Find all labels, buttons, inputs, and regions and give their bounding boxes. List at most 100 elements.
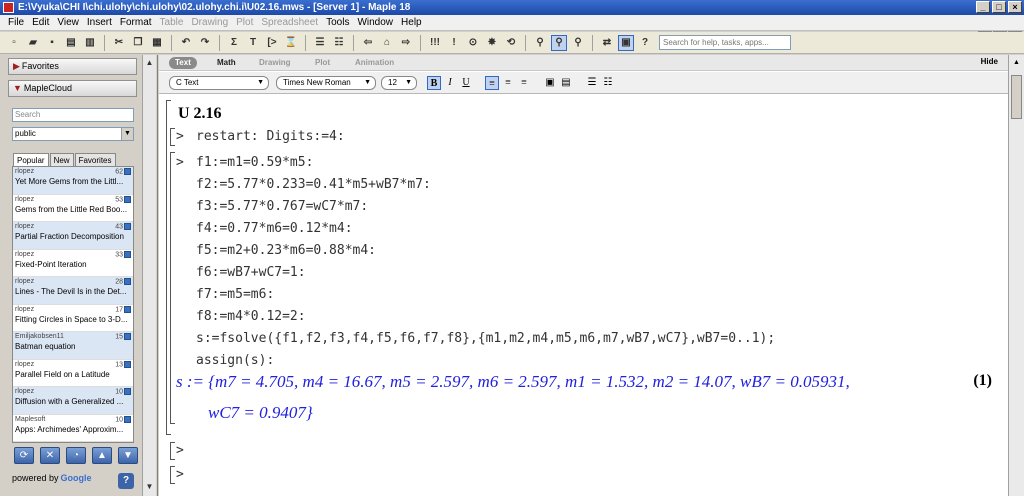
worksheet[interactable]: U 2.16 > restart: Digits:=4: > f1:=m1=0.…	[166, 96, 1006, 496]
menu-view[interactable]: View	[53, 15, 83, 30]
zoom-100-icon[interactable]: ⚲	[551, 34, 567, 51]
input-line[interactable]: f6:=wB7+wC7=1:	[196, 265, 306, 280]
list-item[interactable]: rlopez Diffusion with a Generalized ... 10	[13, 387, 133, 415]
menu-tools[interactable]: Tools	[322, 15, 353, 30]
print-icon[interactable]: ▤	[63, 35, 79, 51]
open-folder-icon[interactable]: ▰	[25, 35, 41, 51]
upload-icon[interactable]: ▲	[92, 447, 112, 464]
cloud-group-select[interactable]: public ▼	[12, 127, 134, 141]
download-icon[interactable]: ▼	[118, 447, 138, 464]
bullet-list-icon[interactable]: ☰	[585, 76, 599, 90]
input-line[interactable]: f8:=m4*0.12=2:	[196, 309, 306, 324]
zoom-out-icon[interactable]: ⚲	[532, 35, 548, 51]
insert-section-icon[interactable]: ⌛	[283, 35, 299, 51]
input-line[interactable]: assign(s):	[196, 353, 274, 368]
section-heading[interactable]: U 2.16	[178, 105, 222, 123]
list-item[interactable]: Emiljakobsen11 Batman equation 15	[13, 332, 133, 360]
mode-text-button[interactable]: Text	[169, 57, 197, 69]
refresh-icon[interactable]: ⟳	[14, 447, 34, 464]
list-item[interactable]: rlopez Partial Fraction Decomposition 43	[13, 222, 133, 250]
menu-help[interactable]: Help	[397, 15, 426, 30]
list-item[interactable]: rlopez Fitting Circles in Space to 3-D...…	[13, 305, 133, 332]
numbered-list-icon[interactable]: ☷	[601, 76, 615, 90]
debug-icon[interactable]: ⊙	[465, 35, 481, 51]
switch-windows-icon[interactable]: ⇄	[599, 35, 615, 51]
execution-group-bracket[interactable]	[170, 466, 175, 484]
input-line[interactable]: f1:=m1=0.59*m5:	[196, 155, 313, 170]
print-preview-icon[interactable]: ▥	[82, 35, 98, 51]
insert-prompt-icon[interactable]: [>	[264, 35, 280, 51]
section-bracket[interactable]	[166, 100, 171, 435]
list-item[interactable]: rlopez Yet More Gems from the Littl... 62	[13, 167, 133, 195]
input-line[interactable]: restart: Digits:=4:	[196, 129, 345, 144]
help-search-input[interactable]: Search for help, tasks, apps...	[659, 35, 791, 50]
style-select[interactable]: C Text ▼	[169, 76, 269, 90]
highlight-color-icon[interactable]: ▤	[559, 76, 573, 90]
cloud-search-input[interactable]: Search	[12, 108, 134, 122]
text-color-icon[interactable]: ▣	[543, 76, 557, 90]
align-left-icon[interactable]: ≡	[485, 76, 499, 90]
help-icon[interactable]: ?	[637, 35, 653, 51]
outdent-icon[interactable]: ☷	[331, 35, 347, 51]
underline-button[interactable]: U	[459, 76, 473, 90]
tab-popular[interactable]: Popular	[13, 153, 49, 167]
insert-math-icon[interactable]: Σ	[226, 35, 242, 51]
insert-text-icon[interactable]: T	[245, 35, 261, 51]
list-item[interactable]: rlopez Gems from the Little Red Boo... 53	[13, 195, 133, 222]
execution-group-bracket[interactable]	[170, 442, 175, 460]
menu-insert[interactable]: Insert	[83, 15, 116, 30]
menu-format[interactable]: Format	[116, 15, 156, 30]
input-line[interactable]: f2:=5.77*0.233=0.41*m5+wB7*m7:	[196, 177, 431, 192]
prompt-marker[interactable]: >	[176, 443, 184, 458]
maximize-button[interactable]: □	[992, 1, 1006, 13]
close-button[interactable]: ×	[1008, 1, 1022, 13]
tab-favorites[interactable]: Favorites	[74, 153, 116, 167]
execute-icon[interactable]: !	[446, 35, 462, 51]
align-center-icon[interactable]: ≡	[501, 76, 515, 90]
menu-file[interactable]: File	[4, 15, 28, 30]
forward-icon[interactable]: ⇨	[398, 35, 414, 51]
mode-animation-button[interactable]: Animation	[349, 57, 400, 69]
indent-icon[interactable]: ☰	[312, 35, 328, 51]
toggle-palettes-icon[interactable]: ▣	[618, 34, 634, 51]
stop-icon[interactable]: ✸	[484, 35, 500, 51]
bold-button[interactable]: B	[427, 76, 441, 90]
mode-math-button[interactable]: Math	[211, 57, 242, 69]
list-item[interactable]: rlopez Parallel Field on a Latitude 13	[13, 360, 133, 387]
document-scrollbar[interactable]: ▲	[1008, 55, 1024, 496]
close-icon[interactable]: ✕	[40, 447, 60, 464]
scrollbar-thumb[interactable]	[1011, 75, 1022, 119]
maple-app-icon[interactable]	[3, 2, 14, 13]
execute-all-icon[interactable]: !!!	[427, 35, 443, 51]
input-line[interactable]: f4:=0.77*m6=0.12*m4:	[196, 221, 353, 236]
input-line[interactable]: f7:=m5=m6:	[196, 287, 274, 302]
list-item[interactable]: rlopez Fixed-Point Iteration 33	[13, 250, 133, 277]
italic-button[interactable]: I	[443, 76, 457, 90]
align-right-icon[interactable]: ≡	[517, 76, 531, 90]
question-icon[interactable]: ?	[118, 473, 134, 489]
undo-icon[interactable]: ↶	[178, 35, 194, 51]
favorites-palette-header[interactable]: ▶ Favorites	[8, 58, 137, 75]
connect-icon[interactable]: ◔	[66, 447, 86, 464]
font-select[interactable]: Times New Roman ▼	[276, 76, 376, 90]
paste-icon[interactable]: ▦	[149, 35, 165, 51]
back-icon[interactable]: ⇦	[360, 35, 376, 51]
minimize-button[interactable]: _	[976, 1, 990, 13]
execution-group-bracket[interactable]	[170, 128, 175, 146]
zoom-in-icon[interactable]: ⚲	[570, 35, 586, 51]
copy-icon[interactable]: ❐	[130, 35, 146, 51]
input-line[interactable]: f5:=m2+0.23*m6=0.88*m4:	[196, 243, 376, 258]
execution-group-bracket[interactable]	[170, 152, 175, 424]
home-icon[interactable]: ⌂	[379, 35, 395, 51]
prompt-marker[interactable]: >	[176, 467, 184, 482]
palette-scrollbar[interactable]: ▲ ▼	[142, 55, 156, 496]
input-line[interactable]: f3:=5.77*0.767=wC7*m7:	[196, 199, 368, 214]
input-line[interactable]: s:=fsolve({f1,f2,f3,f4,f5,f6,f7,f8},{m1,…	[196, 331, 775, 346]
restart-icon[interactable]: ⟲	[503, 35, 519, 51]
cut-icon[interactable]: ✂	[111, 35, 127, 51]
mode-plot-button[interactable]: Plot	[309, 57, 336, 69]
menu-edit[interactable]: Edit	[28, 15, 53, 30]
hide-toolbar-button[interactable]: Hide	[981, 57, 998, 66]
equation-label[interactable]: (1)	[973, 372, 992, 390]
save-icon[interactable]: ▪	[44, 35, 60, 51]
